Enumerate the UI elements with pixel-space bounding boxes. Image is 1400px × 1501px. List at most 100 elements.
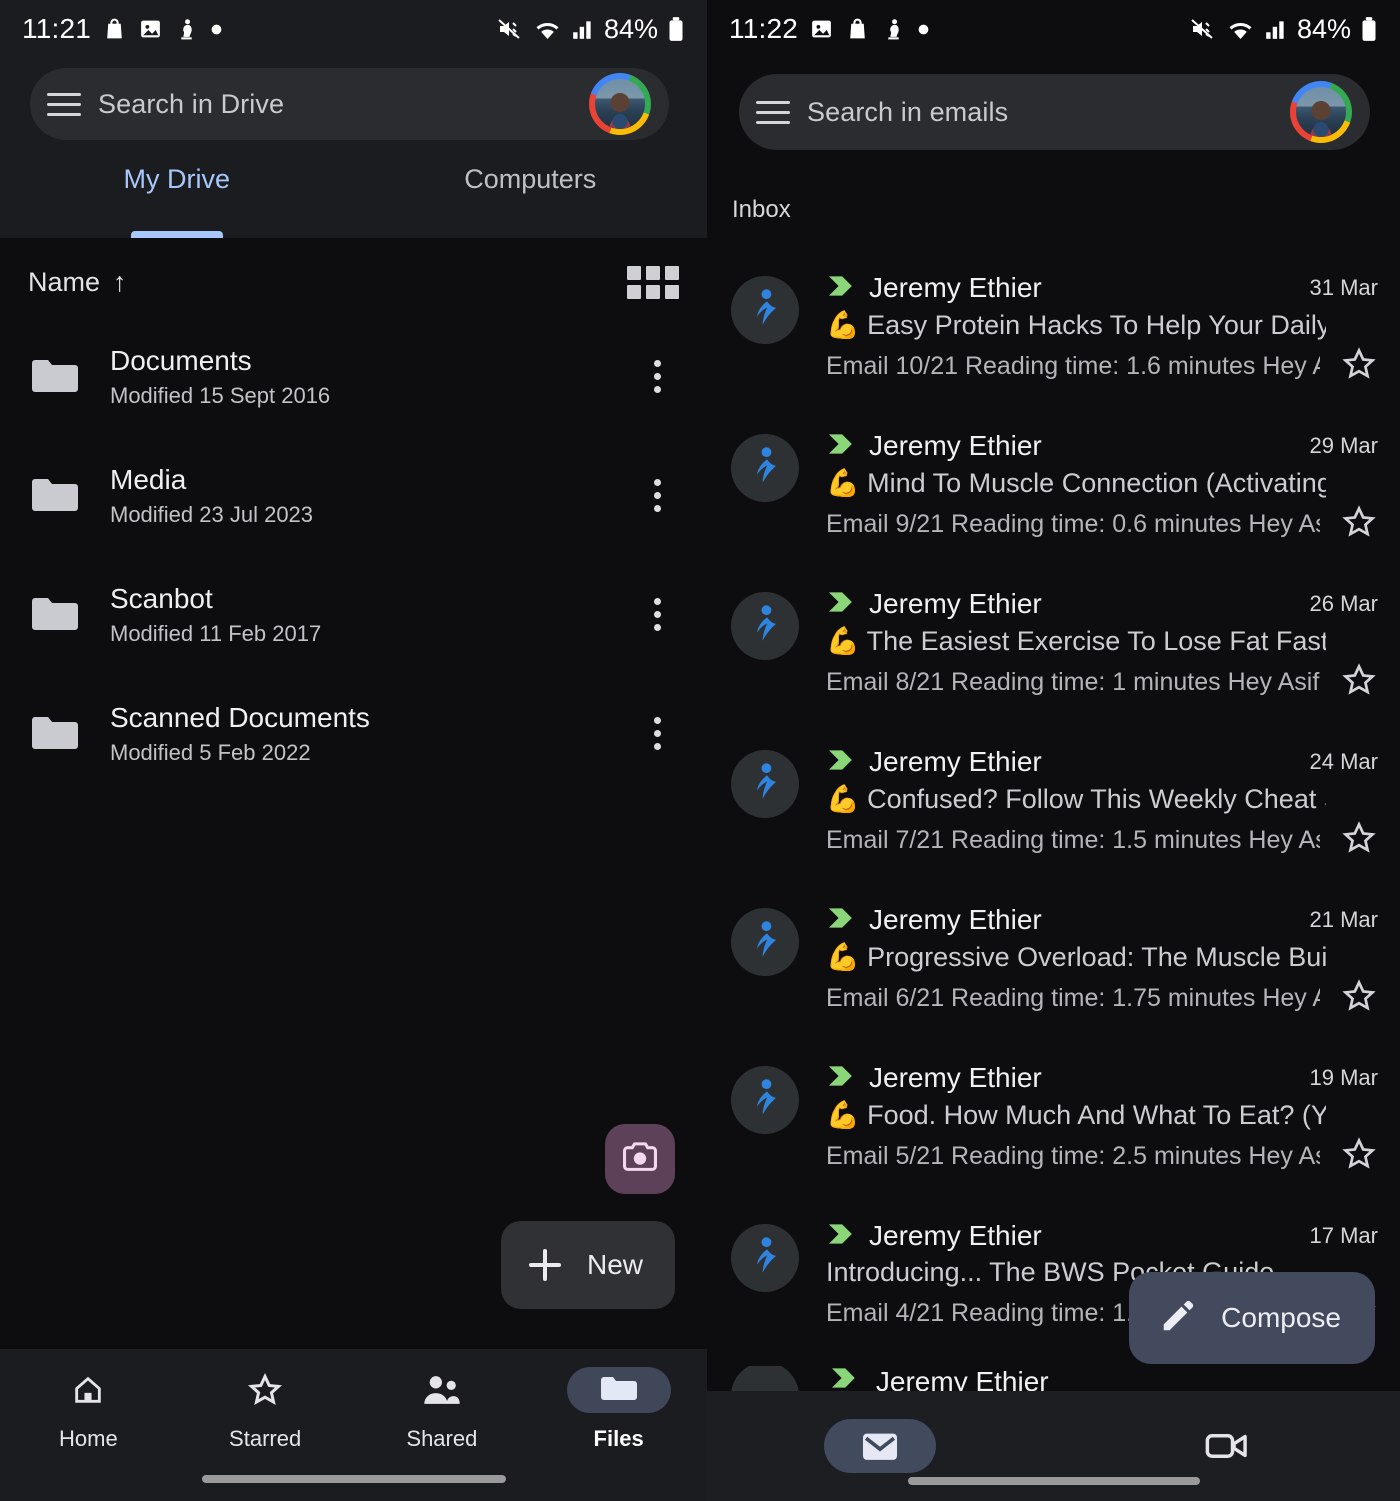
nav-item-meet[interactable] <box>1054 1419 1400 1473</box>
nav-item-files-label: Shared <box>406 1426 477 1452</box>
hamburger-icon[interactable] <box>30 93 98 116</box>
sort-arrow-icon: ↑ <box>113 267 127 298</box>
email-date: 31 Mar <box>1296 275 1378 301</box>
scan-camera-button[interactable] <box>605 1124 675 1194</box>
tab-computers[interactable]: Computers <box>354 152 708 238</box>
inbox-label: Inbox <box>732 196 791 224</box>
more-options-icon[interactable] <box>635 598 679 631</box>
star-icon[interactable] <box>1328 1136 1378 1177</box>
compose-button[interactable]: Compose <box>1129 1272 1375 1364</box>
important-marker-icon <box>826 748 856 777</box>
folder-icon <box>30 714 80 754</box>
email-sender: Jeremy Ethier <box>869 272 1042 304</box>
hamburger-icon[interactable] <box>739 101 807 124</box>
gmail-bottom-nav <box>707 1391 1400 1501</box>
email-date: 17 Mar <box>1296 1223 1378 1249</box>
avatar <box>731 592 799 660</box>
google-drive-app: 11:21 <box>0 0 707 1501</box>
important-marker-icon <box>826 590 856 619</box>
list-item[interactable]: Jeremy Ethier 19 Mar 💪 Food. How Much An… <box>707 1040 1400 1198</box>
battery-icon <box>667 16 685 42</box>
mail-icon <box>824 1419 936 1473</box>
avatar <box>731 908 799 976</box>
account-avatar[interactable] <box>1290 81 1352 143</box>
email-sender: Jeremy Ethier <box>869 1220 1042 1252</box>
folder-icon <box>30 476 80 516</box>
sort-by-name-button[interactable]: Name ↑ <box>28 267 127 298</box>
star-icon[interactable] <box>1328 662 1378 703</box>
signal-icon <box>571 17 595 41</box>
tab-indicator <box>131 231 223 238</box>
nav-item-starred-label: Starred <box>229 1426 301 1452</box>
camera-icon <box>621 1140 659 1179</box>
image-icon <box>138 16 163 42</box>
folder-name: Scanned Documents <box>110 702 635 734</box>
avatar-photo <box>1296 87 1346 137</box>
email-snippet: Email 10/21 Reading time: 1.6 minutes He… <box>826 352 1320 381</box>
home-indicator <box>908 1477 1200 1485</box>
list-item[interactable]: Jeremy Ethier 29 Mar 💪 Mind To Muscle Co… <box>707 408 1400 566</box>
email-subject: 💪 Mind To Muscle Connection (Activating … <box>826 467 1326 499</box>
more-options-icon[interactable] <box>635 717 679 750</box>
table-row[interactable]: Documents Modified 15 Sept 2016 <box>0 317 707 436</box>
folder-modified: Modified 5 Feb 2022 <box>110 740 635 766</box>
folder-name: Scanbot <box>110 583 635 615</box>
email-date: 21 Mar <box>1296 907 1378 933</box>
nav-item-files[interactable]: Files <box>530 1367 707 1501</box>
drive-search-input[interactable]: Search in Drive <box>98 89 589 120</box>
drive-bottom-nav: Home Starred Shared Files <box>0 1349 707 1501</box>
star-icon[interactable] <box>1328 978 1378 1019</box>
dot-icon <box>210 23 223 36</box>
tab-my-drive[interactable]: My Drive <box>0 152 354 238</box>
email-date: 26 Mar <box>1296 591 1378 617</box>
pencil-icon <box>1159 1297 1197 1340</box>
drive-search-bar[interactable]: Search in Drive <box>30 68 669 140</box>
new-button[interactable]: New <box>501 1221 675 1309</box>
drive-status-bar: 11:21 <box>0 0 707 58</box>
email-date: 24 Mar <box>1296 749 1378 775</box>
star-icon[interactable] <box>1328 820 1378 861</box>
home-indicator <box>202 1475 506 1483</box>
battery-icon <box>1360 16 1378 42</box>
list-item[interactable]: Jeremy Ethier 21 Mar 💪 Progressive Overl… <box>707 882 1400 1040</box>
gmail-status-bar: 11:22 <box>707 0 1400 58</box>
email-sender: Jeremy Ethier <box>869 746 1042 778</box>
list-item[interactable]: Jeremy Ethier 24 Mar 💪 Confused? Follow … <box>707 724 1400 882</box>
folder-name: Documents <box>110 345 635 377</box>
dot-icon <box>917 23 930 36</box>
list-item[interactable]: Jeremy Ethier 31 Mar 💪 Easy Protein Hack… <box>707 250 1400 408</box>
email-sender: Jeremy Ethier <box>869 904 1042 936</box>
gmail-app: 11:22 <box>707 0 1400 1501</box>
more-options-icon[interactable] <box>635 479 679 512</box>
figure-icon <box>174 16 199 42</box>
grid-view-icon[interactable] <box>627 266 679 299</box>
nav-item-mail[interactable] <box>707 1419 1054 1473</box>
people-icon <box>390 1367 494 1413</box>
email-subject: 💪 Food. How Much And What To Eat? (You..… <box>826 1099 1326 1131</box>
gmail-search-input[interactable]: Search in emails <box>807 97 1290 128</box>
account-avatar[interactable] <box>589 73 651 135</box>
table-row[interactable]: Scanbot Modified 11 Feb 2017 <box>0 555 707 674</box>
more-options-icon[interactable] <box>635 360 679 393</box>
tab-computers-label: Computers <box>464 164 596 195</box>
table-row[interactable]: Media Modified 23 Jul 2023 <box>0 436 707 555</box>
star-icon[interactable] <box>1328 346 1378 387</box>
shopping-bag-icon <box>102 16 127 42</box>
star-icon[interactable] <box>1328 504 1378 545</box>
table-row[interactable]: Scanned Documents Modified 5 Feb 2022 <box>0 674 707 793</box>
wifi-icon <box>1226 17 1255 41</box>
important-marker-icon <box>826 1064 856 1093</box>
dual-app-screenshot: 11:21 <box>0 0 1400 1501</box>
list-item[interactable]: Jeremy Ethier 26 Mar 💪 The Easiest Exerc… <box>707 566 1400 724</box>
nav-item-home[interactable]: Home <box>0 1367 177 1501</box>
status-time: 11:21 <box>22 13 91 45</box>
drive-list-header: Name ↑ <box>0 238 707 317</box>
drive-tabs: My Drive Computers <box>0 152 707 238</box>
gmail-search-bar[interactable]: Search in emails <box>739 74 1370 150</box>
nav-item-files-label-2: Files <box>594 1426 644 1452</box>
important-marker-icon <box>826 906 856 935</box>
folder-icon <box>567 1367 671 1413</box>
battery-percent: 84% <box>1297 14 1351 45</box>
mute-icon <box>1189 17 1217 41</box>
important-marker-icon <box>826 274 856 303</box>
